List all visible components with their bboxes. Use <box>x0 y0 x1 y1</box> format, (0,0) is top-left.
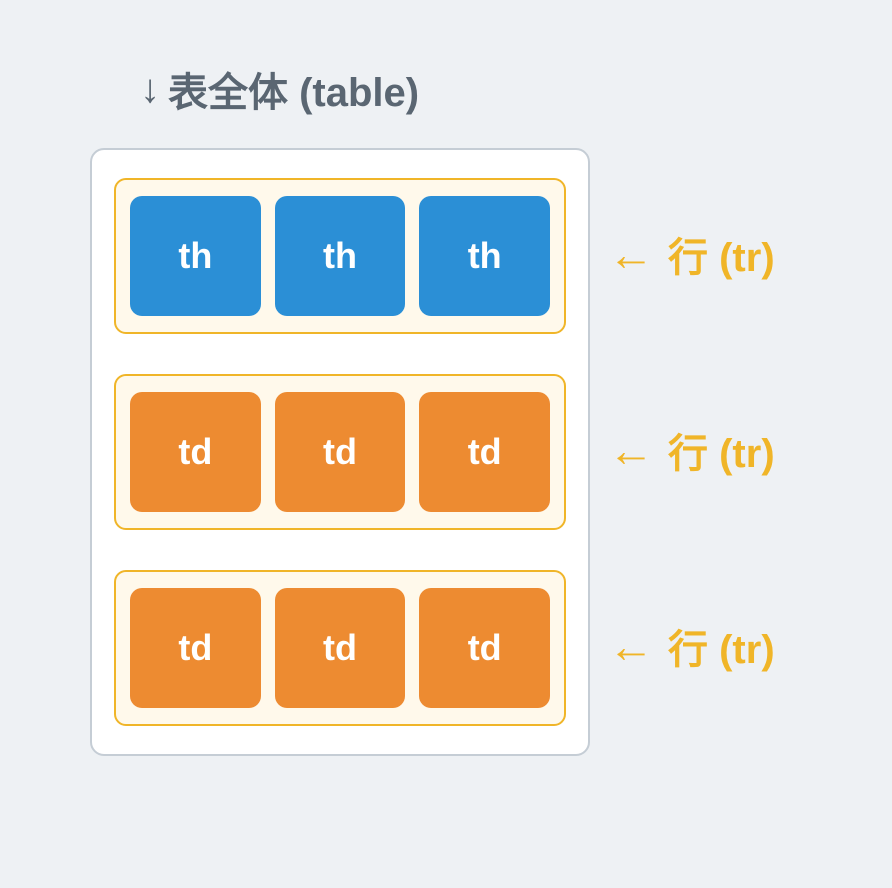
table-row: th th th <box>114 178 566 334</box>
td-cell: td <box>130 392 261 512</box>
arrow-left-icon: ← <box>608 623 654 669</box>
row-label-text: 行 (tr) <box>668 421 775 479</box>
arrow-left-icon: ← <box>608 427 654 473</box>
row-label: ← 行 (tr) <box>608 372 775 528</box>
row-label-text: 行 (tr) <box>668 617 775 675</box>
td-cell: td <box>419 588 550 708</box>
row-label-text: 行 (tr) <box>668 225 775 283</box>
table-row: td td td <box>114 374 566 530</box>
th-cell: th <box>419 196 550 316</box>
title-text: 表全体 (table) <box>168 60 419 118</box>
diagram-title: ↓ 表全体 (table) <box>140 60 892 118</box>
td-cell: td <box>419 392 550 512</box>
row-label: ← 行 (tr) <box>608 568 775 724</box>
down-arrow-icon: ↓ <box>140 67 160 112</box>
td-cell: td <box>275 392 406 512</box>
table-box: th th th td td td td td td <box>90 148 590 756</box>
th-cell: th <box>130 196 261 316</box>
td-cell: td <box>130 588 261 708</box>
diagram-container: th th th td td td td td td ← 行 (tr) ← 行 … <box>0 148 892 756</box>
arrow-left-icon: ← <box>608 231 654 277</box>
row-labels: ← 行 (tr) ← 行 (tr) ← 行 (tr) <box>608 148 775 724</box>
row-label: ← 行 (tr) <box>608 176 775 332</box>
td-cell: td <box>275 588 406 708</box>
table-row: td td td <box>114 570 566 726</box>
th-cell: th <box>275 196 406 316</box>
